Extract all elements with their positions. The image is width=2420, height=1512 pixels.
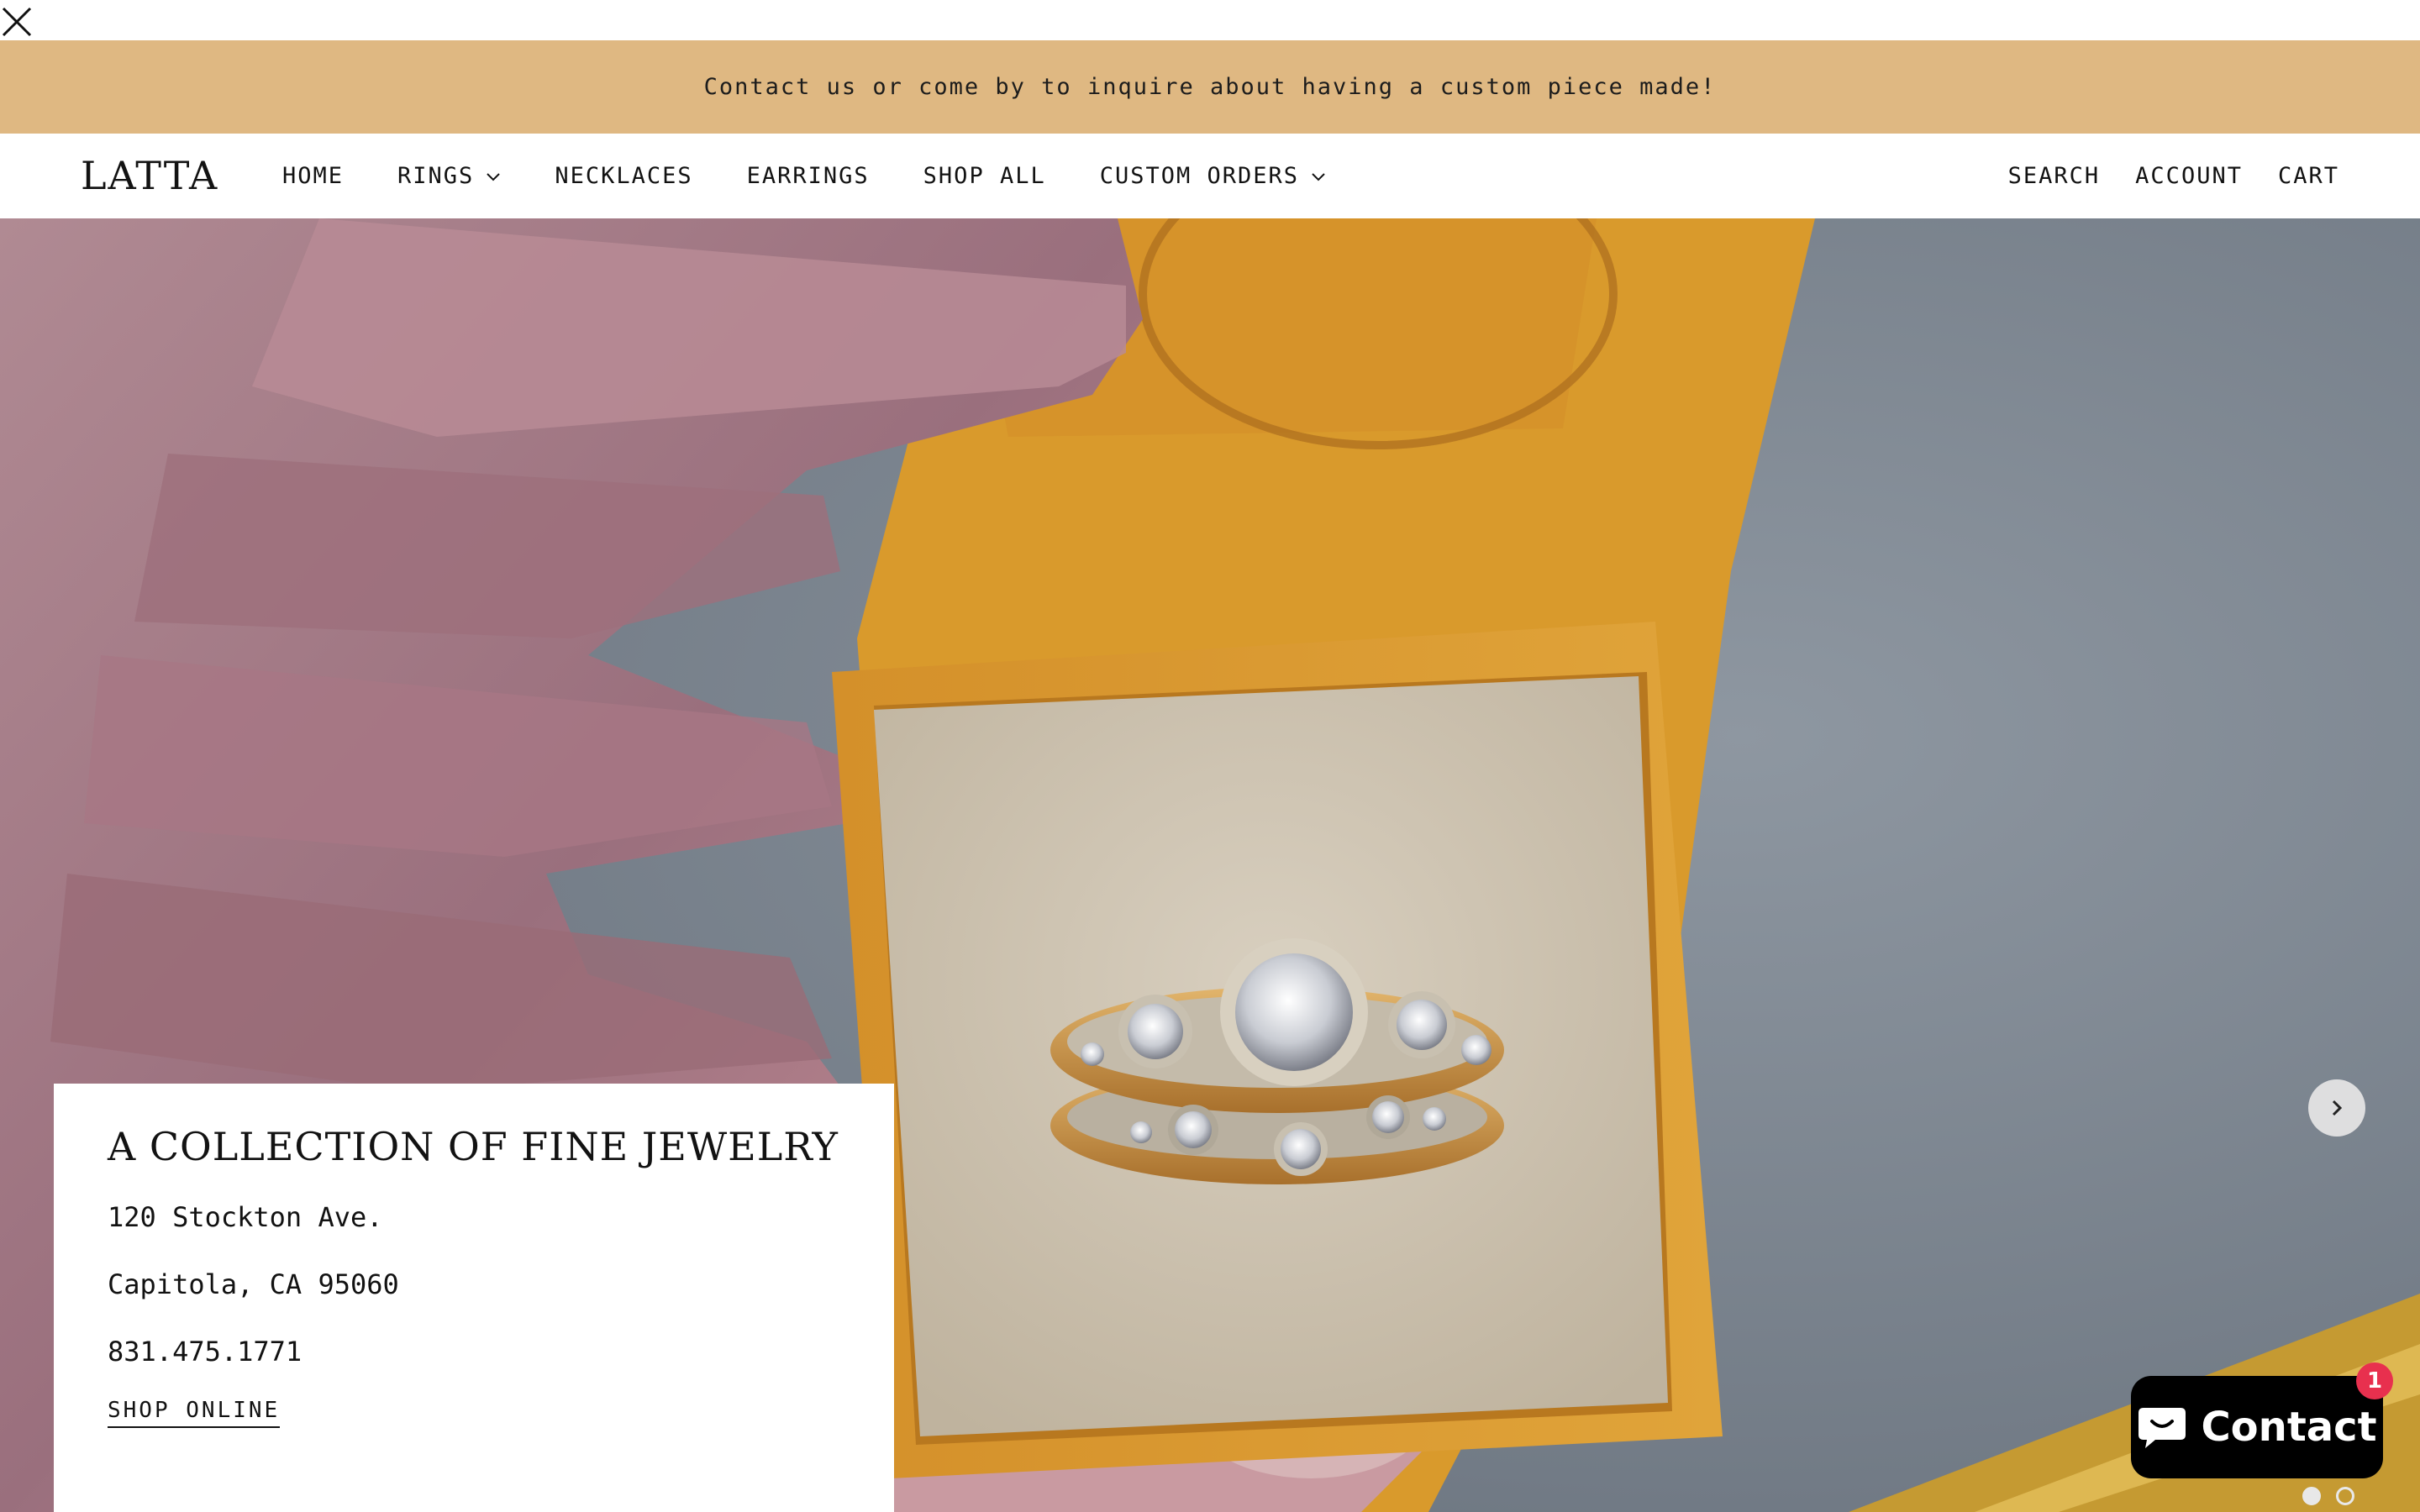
chat-label: Contact (2201, 1404, 2377, 1451)
nav-item-label: EARRINGS (746, 163, 870, 189)
announcement-text: Contact us or come by to inquire about h… (703, 74, 1717, 100)
header-utilities: SEARCH ACCOUNT CART (1973, 134, 2339, 218)
nav-item-label: SHOP ALL (923, 163, 1046, 189)
main-nav: HOME RINGS NECKLACES EARRINGS SHOP ALL C… (282, 134, 1380, 218)
address-line-2: Capitola, CA 95060 (108, 1268, 399, 1300)
nav-item-label: HOME (282, 163, 345, 189)
chevron-down-icon (487, 172, 501, 181)
nav-item-label: RINGS (397, 163, 475, 189)
shop-online-link[interactable]: SHOP ONLINE (108, 1398, 281, 1428)
search-link[interactable]: SEARCH (2008, 163, 2101, 189)
contact-chat-button[interactable]: Contact (2131, 1376, 2383, 1478)
slideshow-next-button[interactable] (2308, 1079, 2365, 1137)
account-link[interactable]: ACCOUNT (2135, 163, 2243, 189)
site-header: LATTA HOME RINGS NECKLACES EARRINGS SHOP… (0, 134, 2420, 218)
nav-item-label: CUSTOM ORDERS (1099, 163, 1300, 189)
nav-item-label: NECKLACES (555, 163, 693, 189)
nav-item-rings[interactable]: RINGS (397, 163, 501, 189)
site-logo[interactable]: LATTA (81, 149, 218, 202)
slideshow-dots (2302, 1487, 2370, 1505)
hero-content-card: A COLLECTION OF FINE JEWELRY 120 Stockto… (54, 1084, 894, 1512)
chevron-down-icon (1312, 172, 1325, 181)
address-line-1: 120 Stockton Ave. (108, 1201, 383, 1233)
announcement-bar: Contact us or come by to inquire about h… (0, 40, 2420, 134)
nav-item-custom-orders[interactable]: CUSTOM ORDERS (1100, 163, 1326, 189)
nav-item-shop-all[interactable]: SHOP ALL (923, 163, 1046, 189)
chevron-right-icon (2332, 1100, 2343, 1116)
cart-link[interactable]: CART (2278, 163, 2339, 189)
nav-item-home[interactable]: HOME (282, 163, 344, 189)
slide-dot-1[interactable] (2302, 1487, 2321, 1505)
nav-item-earrings[interactable]: EARRINGS (747, 163, 870, 189)
nav-item-necklaces[interactable]: NECKLACES (555, 163, 692, 189)
close-icon[interactable] (0, 3, 34, 37)
top-strip (0, 0, 2420, 40)
chat-bubble-icon (2139, 1408, 2186, 1448)
chat-notification-badge: 1 (2356, 1362, 2393, 1399)
hero-title: A COLLECTION OF FINE JEWELRY (108, 1124, 839, 1169)
slide-dot-2[interactable] (2336, 1487, 2354, 1505)
phone-number: 831.475.1771 (108, 1336, 302, 1368)
